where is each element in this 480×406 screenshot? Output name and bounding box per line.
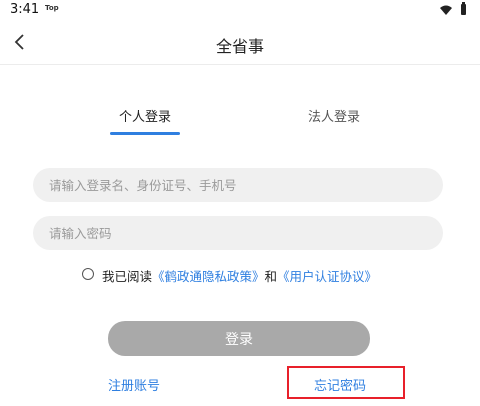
privacy-policy-link[interactable]: 《鹤政通隐私政策》 <box>152 269 265 284</box>
tab-legal-login[interactable]: 法人登录 <box>308 106 360 125</box>
status-bar: 3:41 Top <box>0 0 480 22</box>
agreement-text: 我已阅读《鹤政通隐私政策》和《用户认证协议》 <box>102 266 377 285</box>
agreement-prefix: 我已阅读 <box>102 269 153 284</box>
register-link[interactable]: 注册账号 <box>108 375 160 394</box>
status-top-label: Top <box>45 4 59 12</box>
header-divider <box>0 64 480 65</box>
tab-personal-login[interactable]: 个人登录 <box>119 106 171 125</box>
login-button[interactable]: 登录 <box>108 321 370 356</box>
page-title: 全省事 <box>215 37 264 56</box>
wifi-icon <box>440 5 452 15</box>
user-agreement-link[interactable]: 《用户认证协议》 <box>277 269 377 284</box>
header: 全省事 <box>0 22 480 64</box>
status-time: 3:41 <box>10 2 40 17</box>
password-input[interactable] <box>33 216 443 250</box>
login-tabs: 个人登录 法人登录 <box>0 100 480 140</box>
highlight-box <box>287 366 405 399</box>
agreement-and: 和 <box>264 269 278 284</box>
account-input[interactable] <box>33 168 443 202</box>
active-tab-indicator <box>110 132 180 135</box>
battery-icon <box>461 2 466 15</box>
agreement-radio[interactable] <box>82 268 94 280</box>
